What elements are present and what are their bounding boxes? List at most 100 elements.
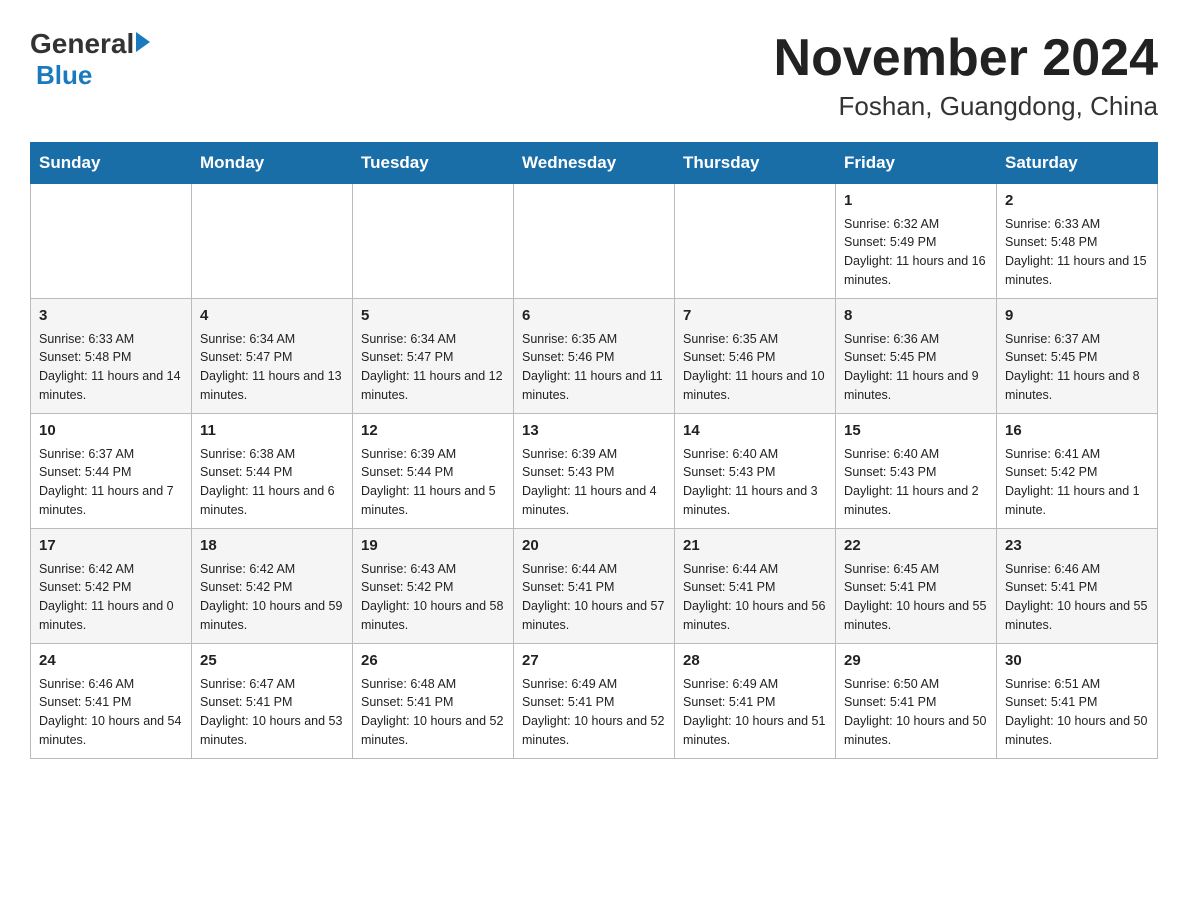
day-cell: [675, 184, 836, 299]
day-info: Sunrise: 6:34 AMSunset: 5:47 PMDaylight:…: [361, 330, 505, 405]
day-cell: [353, 184, 514, 299]
day-cell: 30Sunrise: 6:51 AMSunset: 5:41 PMDayligh…: [997, 644, 1158, 759]
logo-arrow-icon: [136, 32, 150, 52]
day-number: 22: [844, 535, 988, 558]
day-number: 24: [39, 650, 183, 673]
day-cell: 10Sunrise: 6:37 AMSunset: 5:44 PMDayligh…: [31, 414, 192, 529]
day-cell: 19Sunrise: 6:43 AMSunset: 5:42 PMDayligh…: [353, 529, 514, 644]
day-number: 23: [1005, 535, 1149, 558]
day-info: Sunrise: 6:36 AMSunset: 5:45 PMDaylight:…: [844, 330, 988, 405]
day-number: 3: [39, 305, 183, 328]
day-number: 9: [1005, 305, 1149, 328]
day-info: Sunrise: 6:46 AMSunset: 5:41 PMDaylight:…: [39, 675, 183, 750]
day-number: 25: [200, 650, 344, 673]
day-header-thursday: Thursday: [675, 143, 836, 184]
day-info: Sunrise: 6:42 AMSunset: 5:42 PMDaylight:…: [200, 560, 344, 635]
title-area: November 2024 Foshan, Guangdong, China: [774, 30, 1158, 122]
day-cell: 7Sunrise: 6:35 AMSunset: 5:46 PMDaylight…: [675, 299, 836, 414]
calendar-table: SundayMondayTuesdayWednesdayThursdayFrid…: [30, 142, 1158, 759]
calendar-title: November 2024: [774, 30, 1158, 87]
day-cell: 3Sunrise: 6:33 AMSunset: 5:48 PMDaylight…: [31, 299, 192, 414]
day-info: Sunrise: 6:50 AMSunset: 5:41 PMDaylight:…: [844, 675, 988, 750]
day-info: Sunrise: 6:47 AMSunset: 5:41 PMDaylight:…: [200, 675, 344, 750]
day-number: 15: [844, 420, 988, 443]
day-info: Sunrise: 6:49 AMSunset: 5:41 PMDaylight:…: [522, 675, 666, 750]
day-cell: [514, 184, 675, 299]
day-info: Sunrise: 6:40 AMSunset: 5:43 PMDaylight:…: [683, 445, 827, 520]
day-number: 4: [200, 305, 344, 328]
day-cell: 29Sunrise: 6:50 AMSunset: 5:41 PMDayligh…: [836, 644, 997, 759]
day-info: Sunrise: 6:46 AMSunset: 5:41 PMDaylight:…: [1005, 560, 1149, 635]
day-number: 17: [39, 535, 183, 558]
day-cell: 5Sunrise: 6:34 AMSunset: 5:47 PMDaylight…: [353, 299, 514, 414]
day-number: 6: [522, 305, 666, 328]
day-info: Sunrise: 6:44 AMSunset: 5:41 PMDaylight:…: [522, 560, 666, 635]
day-number: 16: [1005, 420, 1149, 443]
day-number: 10: [39, 420, 183, 443]
day-header-saturday: Saturday: [997, 143, 1158, 184]
day-cell: 26Sunrise: 6:48 AMSunset: 5:41 PMDayligh…: [353, 644, 514, 759]
logo: General Blue: [30, 30, 150, 91]
week-row-3: 10Sunrise: 6:37 AMSunset: 5:44 PMDayligh…: [31, 414, 1158, 529]
day-info: Sunrise: 6:44 AMSunset: 5:41 PMDaylight:…: [683, 560, 827, 635]
day-header-tuesday: Tuesday: [353, 143, 514, 184]
day-number: 14: [683, 420, 827, 443]
week-row-1: 1Sunrise: 6:32 AMSunset: 5:49 PMDaylight…: [31, 184, 1158, 299]
week-row-5: 24Sunrise: 6:46 AMSunset: 5:41 PMDayligh…: [31, 644, 1158, 759]
day-info: Sunrise: 6:49 AMSunset: 5:41 PMDaylight:…: [683, 675, 827, 750]
day-cell: 23Sunrise: 6:46 AMSunset: 5:41 PMDayligh…: [997, 529, 1158, 644]
day-cell: 18Sunrise: 6:42 AMSunset: 5:42 PMDayligh…: [192, 529, 353, 644]
day-info: Sunrise: 6:48 AMSunset: 5:41 PMDaylight:…: [361, 675, 505, 750]
day-cell: 9Sunrise: 6:37 AMSunset: 5:45 PMDaylight…: [997, 299, 1158, 414]
day-cell: 15Sunrise: 6:40 AMSunset: 5:43 PMDayligh…: [836, 414, 997, 529]
header: General Blue November 2024 Foshan, Guang…: [30, 30, 1158, 122]
day-info: Sunrise: 6:37 AMSunset: 5:45 PMDaylight:…: [1005, 330, 1149, 405]
day-cell: [31, 184, 192, 299]
day-info: Sunrise: 6:40 AMSunset: 5:43 PMDaylight:…: [844, 445, 988, 520]
week-row-4: 17 Sunrise: 6:42 AMSunset: 5:42 PMDayligh…: [31, 529, 1158, 644]
day-info: Sunrise: 6:51 AMSunset: 5:41 PMDaylight:…: [1005, 675, 1149, 750]
day-cell: 6Sunrise: 6:35 AMSunset: 5:46 PMDaylight…: [514, 299, 675, 414]
day-info: Sunrise: 6:39 AMSunset: 5:43 PMDaylight:…: [522, 445, 666, 520]
day-number: 11: [200, 420, 344, 443]
day-cell: 25Sunrise: 6:47 AMSunset: 5:41 PMDayligh…: [192, 644, 353, 759]
day-info: Sunrise: 6:35 AMSunset: 5:46 PMDaylight:…: [522, 330, 666, 405]
day-number: 21: [683, 535, 827, 558]
day-number: 2: [1005, 190, 1149, 213]
day-header-wednesday: Wednesday: [514, 143, 675, 184]
day-number: 30: [1005, 650, 1149, 673]
days-header-row: SundayMondayTuesdayWednesdayThursdayFrid…: [31, 143, 1158, 184]
day-number: 29: [844, 650, 988, 673]
day-info: Sunrise: 6:34 AMSunset: 5:47 PMDaylight:…: [200, 330, 344, 405]
day-cell: 8Sunrise: 6:36 AMSunset: 5:45 PMDaylight…: [836, 299, 997, 414]
day-info: Sunrise: 6:45 AMSunset: 5:41 PMDaylight:…: [844, 560, 988, 635]
day-cell: 22Sunrise: 6:45 AMSunset: 5:41 PMDayligh…: [836, 529, 997, 644]
day-number: 28: [683, 650, 827, 673]
day-cell: [192, 184, 353, 299]
day-cell: 11Sunrise: 6:38 AMSunset: 5:44 PMDayligh…: [192, 414, 353, 529]
day-cell: 4Sunrise: 6:34 AMSunset: 5:47 PMDaylight…: [192, 299, 353, 414]
day-cell: 2Sunrise: 6:33 AMSunset: 5:48 PMDaylight…: [997, 184, 1158, 299]
day-info: Sunrise: 6:33 AMSunset: 5:48 PMDaylight:…: [1005, 215, 1149, 290]
day-cell: 1Sunrise: 6:32 AMSunset: 5:49 PMDaylight…: [836, 184, 997, 299]
day-header-friday: Friday: [836, 143, 997, 184]
day-header-sunday: Sunday: [31, 143, 192, 184]
day-number: 12: [361, 420, 505, 443]
day-info: Sunrise: 6:35 AMSunset: 5:46 PMDaylight:…: [683, 330, 827, 405]
day-cell: 28Sunrise: 6:49 AMSunset: 5:41 PMDayligh…: [675, 644, 836, 759]
day-info: Sunrise: 6:39 AMSunset: 5:44 PMDaylight:…: [361, 445, 505, 520]
day-cell: 17Sunrise: 6:42 AMSunset: 5:42 PMDayligh…: [31, 529, 192, 644]
day-info: Sunrise: 6:33 AMSunset: 5:48 PMDaylight:…: [39, 330, 183, 405]
day-info: Sunrise: 6:41 AMSunset: 5:42 PMDaylight:…: [1005, 445, 1149, 520]
day-number: 8: [844, 305, 988, 328]
day-info: Sunrise: 6:43 AMSunset: 5:42 PMDaylight:…: [361, 560, 505, 635]
day-header-monday: Monday: [192, 143, 353, 184]
day-number: 27: [522, 650, 666, 673]
day-number: 19: [361, 535, 505, 558]
day-number: 1: [844, 190, 988, 213]
day-cell: 20Sunrise: 6:44 AMSunset: 5:41 PMDayligh…: [514, 529, 675, 644]
day-number: 20: [522, 535, 666, 558]
day-cell: 14Sunrise: 6:40 AMSunset: 5:43 PMDayligh…: [675, 414, 836, 529]
day-info: Sunrise: 6:37 AMSunset: 5:44 PMDaylight:…: [39, 445, 183, 520]
day-info: Sunrise: 6:32 AMSunset: 5:49 PMDaylight:…: [844, 215, 988, 290]
